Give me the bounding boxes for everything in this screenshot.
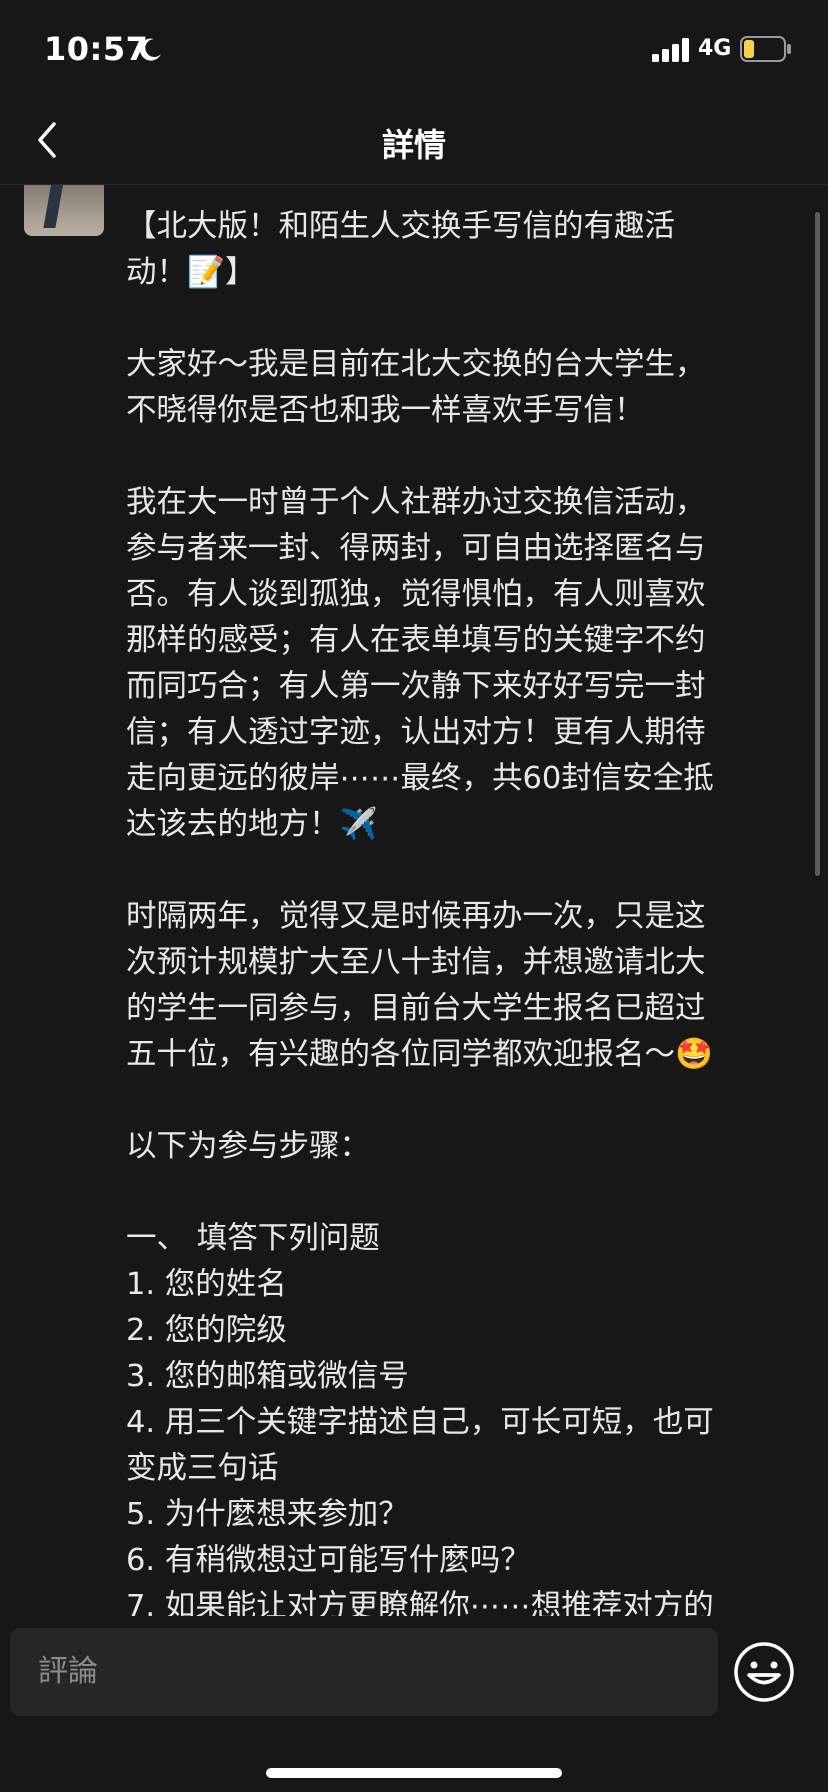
post-text-line: 4. 用三个关键字描述自己，可长可短，也可 [126, 1405, 714, 1440]
post-text-line: 而同巧合；有人第一次静下来好好写完一封 [126, 669, 706, 704]
status-time: 10:57 [44, 30, 149, 68]
post-text-line: 变成三句话 [126, 1451, 279, 1486]
post-text-line: 大家好～我是目前在北大交换的台大学生， [126, 347, 706, 382]
post-text-line: 信；有人透过字迹，认出对方！更有人期待 [126, 715, 706, 750]
post-blank-line [126, 1170, 806, 1216]
status-bar: 10:57 4G [0, 0, 828, 96]
home-indicator[interactable] [266, 1768, 562, 1778]
post-text-line: 1. 您的姓名 [126, 1267, 287, 1302]
post-text-line: 7. 如果能让对方更瞭解你⋯⋯想推荐对方的 [126, 1589, 714, 1616]
post-blank-line [126, 848, 806, 894]
post-text-line: 3. 您的邮箱或微信号 [126, 1359, 409, 1394]
page-title: 詳情 [381, 126, 446, 164]
avatar-image-detail [43, 184, 65, 228]
post-text-line: 6. 有稍微想过可能写什麼吗？ [126, 1543, 531, 1578]
post-text-line: 不晓得你是否也和我一样喜欢手写信！ [126, 393, 645, 428]
comment-input[interactable]: 評論 [10, 1628, 718, 1716]
post-text-line: 动！📝】 [126, 255, 256, 290]
post-text-line: 我在大一时曾于个人社群办过交换信活动， [126, 485, 706, 520]
post-blank-line [126, 296, 806, 342]
post-text-line: 否。有人谈到孤独，觉得惧怕，有人则喜欢 [126, 577, 706, 612]
post-text-line: 五十位，有兴趣的各位同学都欢迎报名～🤩 [126, 1037, 713, 1072]
post-text-line: 那样的感受；有人在表单填写的关键字不约 [126, 623, 706, 658]
post-text-line: 5. 为什麼想来参加？ [126, 1497, 409, 1532]
post-text-line: 的学生一同参与，目前台大学生报名已超过 [126, 991, 706, 1026]
post-text-line: 2. 您的院级 [126, 1313, 287, 1348]
post-text-line: 时隔两年，觉得又是时候再办一次，只是这 [126, 899, 706, 934]
network-type: 4G [698, 36, 732, 61]
post-body: 【北大版！和陌生人交换手写信的有趣活 动！📝】大家好～我是目前在北大交换的台大学生… [126, 204, 806, 1616]
comment-bar: 評論 [0, 1616, 828, 1792]
navigation-bar: 詳情 [0, 96, 828, 185]
smiley-face-icon[interactable] [732, 1640, 796, 1704]
battery-icon [740, 36, 791, 62]
scrollbar[interactable] [815, 212, 820, 876]
post-text-line: 参与者来一封、得两封，可自由选择匿名与 [126, 531, 706, 566]
post-text-line: 以下为参与步骤： [126, 1129, 370, 1164]
post-content[interactable]: 【北大版！和陌生人交换手写信的有趣活 动！📝】大家好～我是目前在北大交换的台大学生… [0, 184, 828, 1616]
post-text-line: 走向更远的彼岸⋯⋯最终，共60封信安全抵 [126, 761, 714, 796]
post-text-line: 一、 填答下列问题 [126, 1221, 380, 1256]
post-blank-line [126, 1078, 806, 1124]
cellular-signal-icon [652, 38, 689, 62]
post-blank-line [126, 434, 806, 480]
screen: 10:57 4G 詳情 【北大版！和陌生人交换手写信的有趣活 动！📝】大家好～我是… [0, 0, 828, 1792]
post-text-line: 【北大版！和陌生人交换手写信的有趣活 [126, 209, 675, 244]
avatar[interactable] [24, 184, 104, 236]
post-text-line: 次预计规模扩大至八十封信，并想邀请北大 [126, 945, 706, 980]
moon-icon [139, 38, 161, 61]
post-text-line: 达该去的地方！✈️ [126, 807, 378, 842]
